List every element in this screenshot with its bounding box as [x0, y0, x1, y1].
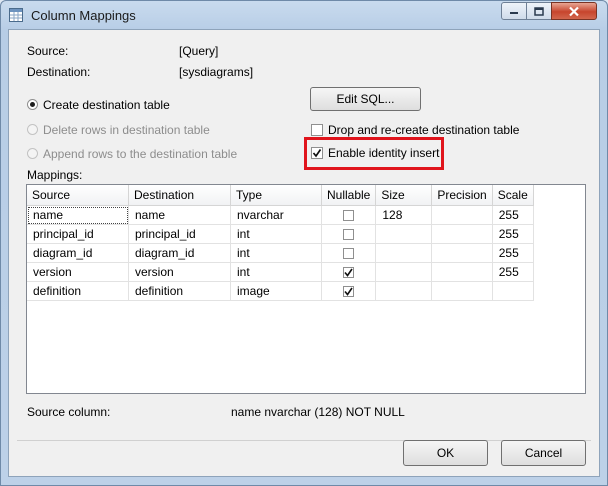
col-header-scale[interactable]: Scale [492, 185, 534, 206]
cell-destination[interactable]: principal_id [128, 224, 231, 244]
cell-nullable[interactable] [321, 243, 377, 263]
cell-precision[interactable] [431, 243, 493, 263]
append-rows-label[interactable]: Append rows to the destination table [43, 147, 237, 161]
window-title: Column Mappings [31, 8, 136, 23]
cell-precision[interactable] [431, 281, 493, 301]
source-label: Source: [27, 44, 69, 58]
drop-recreate-checkbox[interactable] [311, 124, 323, 136]
title-bar[interactable]: Column Mappings [1, 1, 607, 29]
col-header-type[interactable]: Type [230, 185, 322, 206]
checkmark-icon [344, 268, 353, 278]
nullable-checkbox[interactable] [343, 286, 355, 298]
close-button[interactable] [551, 2, 597, 20]
ok-button[interactable]: OK [403, 440, 488, 466]
cell-size[interactable] [375, 224, 433, 244]
mappings-table: Source Destination Type Nullable Size Pr… [27, 185, 534, 301]
table-row[interactable]: definition definition image [27, 281, 534, 301]
nullable-checkbox[interactable] [343, 248, 355, 260]
delete-rows-label[interactable]: Delete rows in destination table [43, 123, 210, 137]
mappings-label: Mappings: [27, 168, 83, 182]
cancel-button[interactable]: Cancel [501, 440, 586, 466]
cell-precision[interactable] [431, 205, 493, 225]
cell-precision[interactable] [431, 262, 493, 282]
cell-destination[interactable]: version [128, 262, 231, 282]
cell-source[interactable]: principal_id [27, 224, 129, 244]
dialog-content: Source: [Query] Destination: [sysdiagram… [8, 29, 600, 477]
close-icon [569, 6, 579, 16]
column-mappings-dialog: Column Mappings Source: [Query] Destinat… [0, 0, 608, 486]
cell-source[interactable]: version [27, 262, 129, 282]
col-header-source[interactable]: Source [27, 185, 129, 206]
cell-destination[interactable]: diagram_id [128, 243, 231, 263]
cell-nullable[interactable] [321, 281, 377, 301]
cell-nullable[interactable] [321, 205, 377, 225]
identity-insert-checkbox[interactable] [311, 147, 323, 159]
cell-type[interactable]: int [230, 243, 322, 263]
source-column-value: name nvarchar (128) NOT NULL [231, 405, 405, 419]
cell-nullable[interactable] [321, 262, 377, 282]
col-header-size[interactable]: Size [375, 185, 433, 206]
cell-source[interactable]: diagram_id [27, 243, 129, 263]
checkmark-icon [312, 149, 322, 158]
source-column-label: Source column: [27, 405, 111, 419]
cell-type[interactable]: nvarchar [230, 205, 322, 225]
delete-rows-radio[interactable] [27, 124, 38, 135]
cell-size[interactable] [375, 281, 433, 301]
col-header-precision[interactable]: Precision [431, 185, 493, 206]
append-rows-radio[interactable] [27, 148, 38, 159]
cell-type[interactable]: int [230, 262, 322, 282]
mappings-grid[interactable]: Source Destination Type Nullable Size Pr… [26, 184, 586, 394]
cell-source[interactable]: definition [27, 281, 129, 301]
cell-scale[interactable]: 255 [492, 262, 534, 282]
nullable-checkbox[interactable] [343, 229, 355, 241]
cell-destination[interactable]: name [128, 205, 231, 225]
cell-size[interactable] [375, 262, 433, 282]
destination-value: [sysdiagrams] [179, 65, 254, 79]
cell-source[interactable]: name [27, 205, 129, 225]
table-row[interactable]: version version int 255 [27, 262, 534, 282]
table-row[interactable]: diagram_id diagram_id int 255 [27, 243, 534, 263]
edit-sql-button[interactable]: Edit SQL... [310, 87, 421, 111]
table-row[interactable]: principal_id principal_id int 255 [27, 224, 534, 244]
cell-scale[interactable]: 255 [492, 224, 534, 244]
maximize-button[interactable] [526, 2, 552, 20]
nullable-checkbox[interactable] [343, 210, 355, 222]
cell-scale[interactable] [492, 281, 534, 301]
cell-scale[interactable]: 255 [492, 243, 534, 263]
table-row[interactable]: name name nvarchar 128 255 [27, 205, 534, 225]
destination-label: Destination: [27, 65, 91, 79]
source-value: [Query] [179, 44, 219, 58]
maximize-icon [534, 6, 544, 16]
create-table-label[interactable]: Create destination table [43, 98, 170, 112]
table-grid-icon [9, 8, 23, 22]
cell-size[interactable] [375, 243, 433, 263]
cell-type[interactable]: int [230, 224, 322, 244]
cell-destination[interactable]: definition [128, 281, 231, 301]
checkmark-icon [344, 287, 353, 297]
identity-insert-label[interactable]: Enable identity insert [328, 146, 439, 160]
cell-precision[interactable] [431, 224, 493, 244]
create-table-radio[interactable] [27, 99, 38, 110]
col-header-nullable[interactable]: Nullable [321, 185, 377, 206]
nullable-checkbox[interactable] [343, 267, 355, 279]
col-header-destination[interactable]: Destination [128, 185, 231, 206]
table-header-row: Source Destination Type Nullable Size Pr… [27, 185, 534, 206]
cell-nullable[interactable] [321, 224, 377, 244]
cell-size[interactable]: 128 [375, 205, 433, 225]
drop-recreate-label[interactable]: Drop and re-create destination table [328, 123, 519, 137]
minimize-icon [510, 12, 518, 14]
minimize-button[interactable] [501, 2, 527, 20]
cell-scale[interactable]: 255 [492, 205, 534, 225]
cell-type[interactable]: image [230, 281, 322, 301]
